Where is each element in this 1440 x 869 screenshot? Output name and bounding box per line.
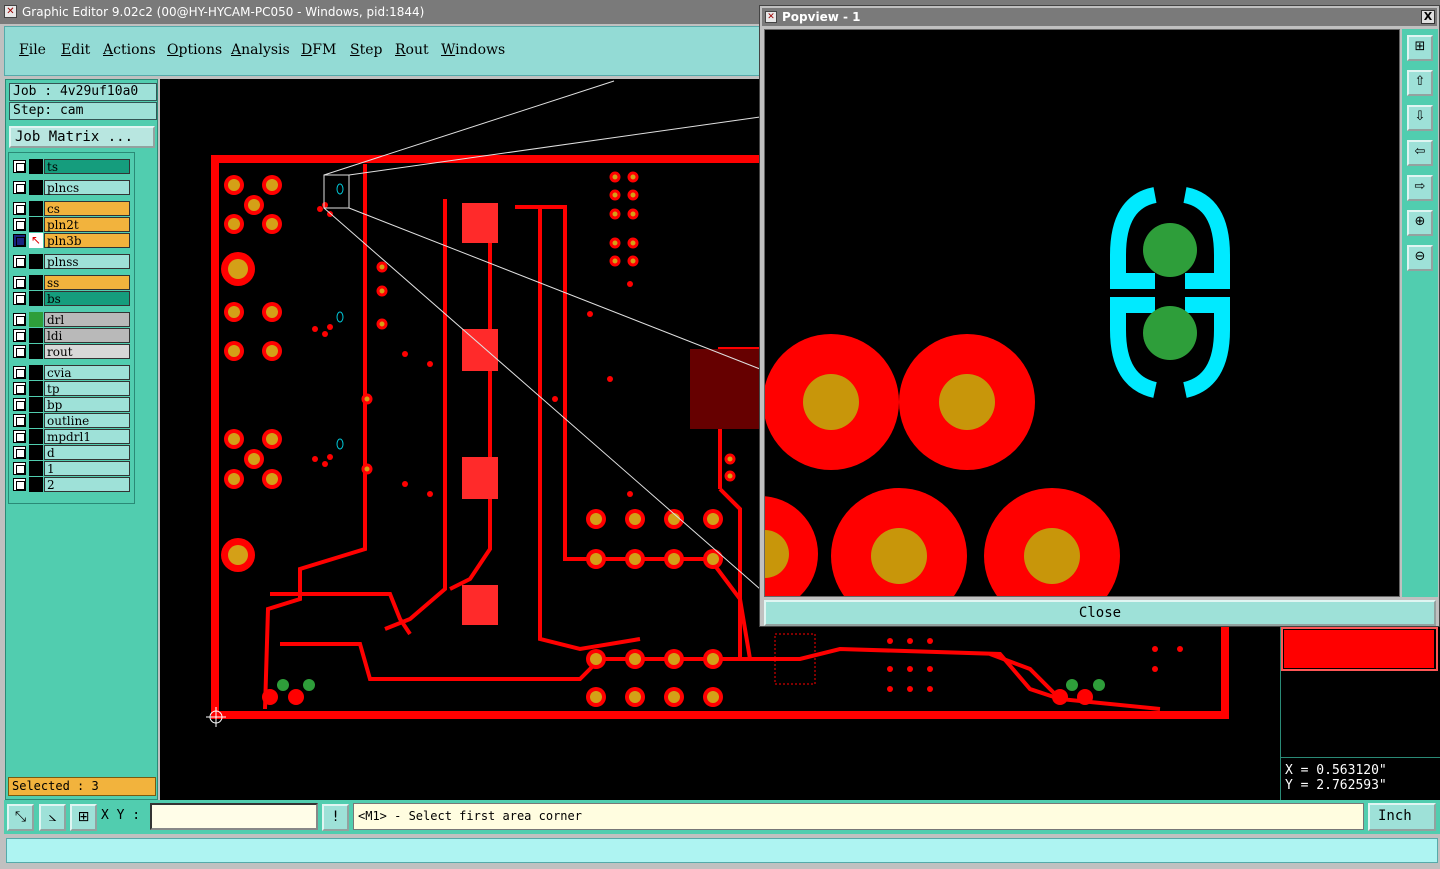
popview-toolbar: ⊞ ⇧ ⇩ ⇦ ⇨ ⊕ ⊖ [1402,29,1438,597]
layer-checkbox[interactable] [13,398,26,411]
pan-right-icon[interactable]: ⇨ [1407,175,1433,201]
layer-list: ts plncs cs pln2t ↖ pln3b plnss ss bs dr… [8,152,135,504]
job-name: Job : 4v29uf10a0 [9,83,157,101]
layer-checkbox[interactable] [13,255,26,268]
app-icon: ✕ [4,5,17,18]
layer-checkbox[interactable] [13,382,26,395]
command-bar: ⤡ ⦣ ⊞ X Y : ! <M1> - Select first area c… [4,800,1440,845]
popview-canvas[interactable] [764,29,1400,597]
popview-title-bar[interactable]: ✕ Popview - 1 X [762,8,1437,26]
y-coordinate: Y = 2.762593" [1285,778,1387,793]
pan-up-icon[interactable]: ⇧ [1407,70,1433,96]
layer-checkbox[interactable] [13,202,26,215]
layer-checkbox[interactable] [13,329,26,342]
layer-checkbox[interactable] [13,218,26,231]
popview-title: Popview - 1 [782,10,861,24]
layer-checkbox[interactable] [13,345,26,358]
x-coordinate: X = 0.563120" [1285,763,1387,778]
layer-row-plncs[interactable]: plncs [13,180,131,195]
menu-bar: File Edit Actions Options Analysis DFM S… [4,26,760,76]
layer-row-cvia[interactable]: cvia [13,365,131,380]
popview-drawing [765,187,1230,596]
zoom-in-icon[interactable]: ⊕ [1407,210,1433,236]
overview-drawing [1281,627,1438,671]
layer-row-d[interactable]: d [13,445,131,460]
unit-label: Inch [1378,808,1412,824]
layer-checkbox[interactable] [13,276,26,289]
cursor-coordinates: X = 0.563120" Y = 2.762593" [1281,757,1440,799]
command-prompt: <M1> - Select first area corner [353,803,1364,830]
layer-checkbox[interactable] [13,478,26,491]
grid-icon[interactable]: ⊞ [70,804,97,831]
popview-close-button[interactable]: Close [764,600,1436,626]
layer-row-ts[interactable]: ts [13,159,131,174]
layer-checkbox[interactable] [13,292,26,305]
layer-checkbox[interactable] [13,234,26,247]
menu-dfm[interactable]: DFM [301,42,336,58]
menu-file[interactable]: File [19,42,46,58]
layer-row-2[interactable]: 2 [13,477,131,492]
layer-row-rout[interactable]: rout [13,344,131,359]
layer-checkbox[interactable] [13,462,26,475]
work-layer-arrow-icon: ↖ [29,233,43,248]
layer-row-cs[interactable]: cs [13,201,131,216]
layer-checkbox[interactable] [13,430,26,443]
layer-row-ldi[interactable]: ldi [13,328,131,343]
measure-icon[interactable]: ⦣ [39,804,66,831]
layer-row-mpdrl1[interactable]: mpdrl1 [13,429,131,444]
zoom-out-icon[interactable]: ⊖ [1407,245,1433,271]
menu-edit[interactable]: Edit [61,42,90,58]
origin-icon [206,707,226,727]
layer-checkbox[interactable] [13,160,26,173]
step-name: Step: cam [9,102,157,120]
layer-checkbox[interactable] [13,366,26,379]
layer-row-plnss[interactable]: plnss [13,254,131,269]
unit-selector[interactable]: Inch ▭ [1368,803,1436,845]
menu-options[interactable]: Options [167,42,222,58]
layer-row-tp[interactable]: tp [13,381,131,396]
popview-window: ✕ Popview - 1 X ⊞ ⇧ ⇩ ⇦ ⇨ ⊕ ⊖ Close [759,5,1440,627]
layer-checkbox[interactable] [13,414,26,427]
layer-side-panel: Job : 4v29uf10a0 Step: cam Job Matrix ..… [5,79,158,800]
menu-rout[interactable]: Rout [395,42,429,58]
pan-left-icon[interactable]: ⇦ [1407,140,1433,166]
layer-row-ss[interactable]: ss [13,275,131,290]
status-bar [6,838,1438,863]
layer-row-outline[interactable]: outline [13,413,131,428]
layer-row-drl[interactable]: drl [13,312,131,327]
layer-row-1[interactable]: 1 [13,461,131,476]
pan-down-icon[interactable]: ⇩ [1407,105,1433,131]
layer-row-bp[interactable]: bp [13,397,131,412]
popview-app-icon: ✕ [765,11,777,23]
layer-checkbox[interactable] [13,313,26,326]
job-matrix-button[interactable]: Job Matrix ... [9,126,155,148]
xy-input[interactable] [150,803,318,830]
menu-actions[interactable]: Actions [103,42,156,58]
layer-row-pln3b[interactable]: ↖ pln3b [13,233,131,248]
snap-icon[interactable]: ⤡ [7,804,34,831]
selected-count: Selected : 3 [8,777,156,796]
menu-step[interactable]: Step [350,42,382,58]
layer-row-bs[interactable]: bs [13,291,131,306]
layer-checkbox[interactable] [13,181,26,194]
layer-row-pln2t[interactable]: pln2t [13,217,131,232]
alert-icon[interactable]: ! [322,804,349,831]
popview-close-icon[interactable]: X [1421,10,1435,24]
menu-windows[interactable]: Windows [441,42,505,58]
window-title: Graphic Editor 9.02c2 (00@HY-HYCAM-PC050… [22,5,425,19]
layer-checkbox[interactable] [13,446,26,459]
xy-label: X Y : [101,808,141,823]
menu-analysis[interactable]: Analysis [231,42,290,58]
zoom-fit-icon[interactable]: ⊞ [1407,35,1433,61]
